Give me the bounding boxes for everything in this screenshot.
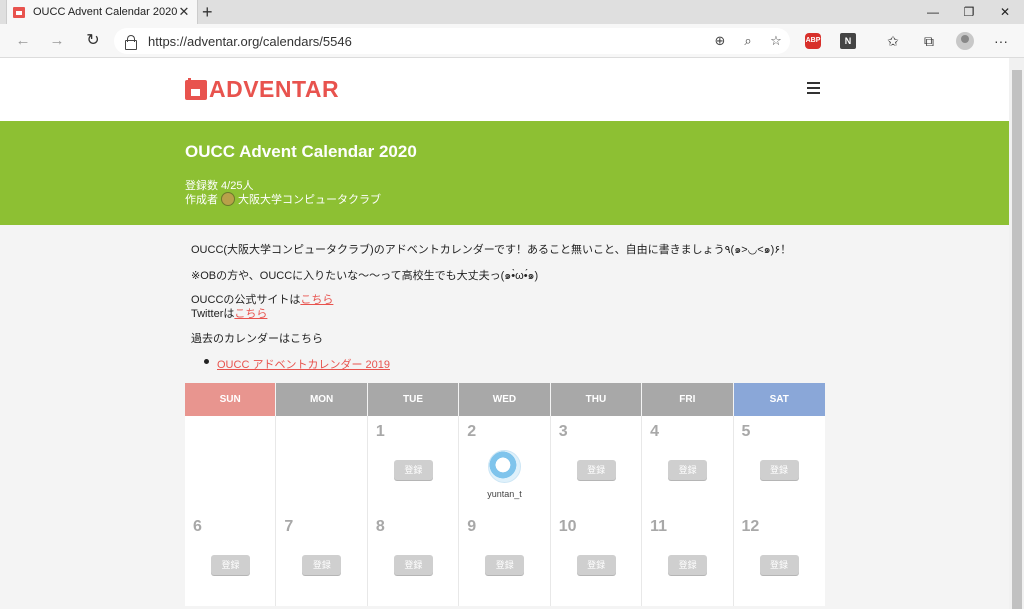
calendar-week-2: 6 登録 7 登録 8 登録 9 登録 10 登録 11 登録 12 登録 xyxy=(185,511,825,606)
new-tab-button[interactable]: + xyxy=(202,1,213,23)
browser-toolbar: ← → ↻ https://adventar.org/calendars/554… xyxy=(0,24,1024,58)
calendar-title: OUCC Advent Calendar 2020 xyxy=(185,142,417,161)
adventar-logo[interactable]: ADVENTAR xyxy=(185,76,339,103)
day-number: 9 xyxy=(467,518,477,535)
past-calendar-link[interactable]: OUCC アドベントカレンダー 2019 xyxy=(217,359,390,371)
calendar-cell-empty xyxy=(185,416,277,511)
calendar-cell-day-2: 2 yuntan_t xyxy=(459,416,551,511)
list-bullet xyxy=(204,359,209,364)
day-number: 3 xyxy=(558,423,568,440)
author-label: 作成者 xyxy=(185,194,218,206)
tab-close-icon[interactable]: ✕ xyxy=(177,4,191,20)
weekday-wed: WED xyxy=(459,383,551,416)
register-button[interactable]: 登録 xyxy=(759,460,799,480)
favorites-icon[interactable]: ✩ xyxy=(884,32,902,50)
hamburger-menu-icon[interactable] xyxy=(807,82,820,94)
weekday-header: SUN MON TUE WED THU FRI SAT xyxy=(185,383,825,416)
logo-text: ADVENTAR xyxy=(209,76,340,102)
calendar-cell-day-6: 6 登録 xyxy=(185,511,277,606)
weekday-sun: SUN xyxy=(185,383,277,416)
adblock-extension-icon[interactable]: ABP xyxy=(805,33,821,49)
scrollbar-thumb[interactable] xyxy=(1012,70,1022,609)
tab-bar: OUCC Advent Calendar 2020 - A ✕ + — ❐ ✕ xyxy=(0,0,1024,24)
minimize-button[interactable]: — xyxy=(916,0,950,24)
twitter-link[interactable]: こちら xyxy=(234,308,267,320)
register-button[interactable]: 登録 xyxy=(668,555,708,575)
url-text[interactable]: https://adventar.org/calendars/5546 xyxy=(148,34,706,49)
entry-username[interactable]: yuntan_t xyxy=(459,489,549,499)
day-number: 1 xyxy=(375,423,385,440)
restore-button[interactable]: ❐ xyxy=(952,0,986,24)
calendar-cell-day-11: 11 登録 xyxy=(642,511,734,606)
description-line-1: OUCC(大阪大学コンピュータクラブ)のアドベントカレンダーです！あること無いこ… xyxy=(191,244,792,256)
forward-icon[interactable]: → xyxy=(47,31,67,51)
back-icon[interactable]: ← xyxy=(13,31,33,51)
calendar-cell-day-12: 12 登録 xyxy=(733,511,825,606)
refresh-icon[interactable]: ↻ xyxy=(83,31,103,51)
lock-icon[interactable] xyxy=(124,34,138,50)
calendar-cell-empty xyxy=(276,416,368,511)
calendar-cell-day-3: 3 登録 xyxy=(550,416,643,511)
calendar-cell-day-5: 5 登録 xyxy=(733,416,825,511)
profile-avatar[interactable] xyxy=(956,32,974,50)
zoom-icon[interactable]: ⌕ xyxy=(734,33,762,49)
calendar-week-1: 1 登録 2 yuntan_t 3 登録 4 登録 5 登録 xyxy=(185,416,825,511)
site-header: ADVENTAR xyxy=(0,58,1009,121)
add-page-icon[interactable]: ⊕ xyxy=(706,33,734,49)
day-number: 11 xyxy=(650,518,668,535)
calendar-cell-day-8: 8 登録 xyxy=(367,511,460,606)
author-line: 作成者 大阪大学コンピュータクラブ xyxy=(185,191,381,207)
calendar-cell-day-4: 4 登録 xyxy=(642,416,734,511)
day-number: 7 xyxy=(284,518,294,535)
description-line-2: ※OBの方や、OUCCに入りたいな〜〜って高校生でも大丈夫っ(๑•̀ω•́๑) xyxy=(191,270,539,282)
day-number: 6 xyxy=(193,518,202,535)
weekday-mon: MON xyxy=(276,383,368,416)
tab-title: OUCC Advent Calendar 2020 - A xyxy=(33,6,177,18)
settings-menu-icon[interactable]: ··· xyxy=(992,32,1010,50)
address-bar[interactable]: https://adventar.org/calendars/5546 ⊕ ⌕ … xyxy=(114,28,790,54)
day-number: 10 xyxy=(558,518,577,535)
onenote-extension-icon[interactable]: N xyxy=(840,33,856,49)
day-number: 5 xyxy=(741,423,751,440)
register-button[interactable]: 登録 xyxy=(576,460,616,480)
window-close-button[interactable]: ✕ xyxy=(988,0,1022,24)
weekday-tue: TUE xyxy=(367,383,460,416)
favorite-star-icon[interactable]: ☆ xyxy=(762,33,790,49)
twitter-line: Twitterはこちら xyxy=(191,305,267,321)
day-number: 2 xyxy=(467,423,477,440)
official-site-link[interactable]: こちら xyxy=(300,294,333,306)
calendar-cell-day-9: 9 登録 xyxy=(459,511,551,606)
register-button[interactable]: 登録 xyxy=(576,555,616,575)
weekday-thu: THU xyxy=(550,383,643,416)
register-button[interactable]: 登録 xyxy=(211,555,250,575)
register-button[interactable]: 登録 xyxy=(485,555,525,575)
browser-tab[interactable]: OUCC Advent Calendar 2020 - A ✕ xyxy=(6,0,198,24)
day-number: 12 xyxy=(741,518,760,535)
register-button[interactable]: 登録 xyxy=(393,460,433,480)
past-calendars-heading: 過去のカレンダーはこちら xyxy=(191,333,323,345)
calendar-cell-day-10: 10 登録 xyxy=(550,511,643,606)
calendar-cell-day-7: 7 登録 xyxy=(276,511,368,606)
collections-icon[interactable]: ⧉ xyxy=(920,32,938,50)
calendar-logo-icon xyxy=(185,77,207,100)
register-button[interactable]: 登録 xyxy=(668,460,708,480)
day-number: 4 xyxy=(650,423,660,440)
past-calendar-item: OUCC アドベントカレンダー 2019 xyxy=(217,356,390,372)
page-viewport: ADVENTAR OUCC Advent Calendar 2020 登録数 4… xyxy=(0,58,1009,609)
adventar-favicon-icon xyxy=(13,6,25,18)
calendar-cell-day-1: 1 登録 xyxy=(367,416,460,511)
weekday-fri: FRI xyxy=(642,383,734,416)
entry-avatar[interactable] xyxy=(488,450,522,483)
register-button[interactable]: 登録 xyxy=(759,555,799,575)
twitter-label: Twitterは xyxy=(191,308,235,320)
calendar-banner: OUCC Advent Calendar 2020 登録数 4/25人 作成者 … xyxy=(0,121,1009,225)
register-button[interactable]: 登録 xyxy=(393,555,433,575)
weekday-sat: SAT xyxy=(733,383,825,416)
advent-calendar: SUN MON TUE WED THU FRI SAT 1 登録 2 yunta… xyxy=(185,383,825,606)
author-name[interactable]: 大阪大学コンピュータクラブ xyxy=(238,191,381,207)
day-number: 8 xyxy=(375,518,385,535)
author-avatar[interactable] xyxy=(221,192,235,206)
register-button[interactable]: 登録 xyxy=(302,555,342,575)
